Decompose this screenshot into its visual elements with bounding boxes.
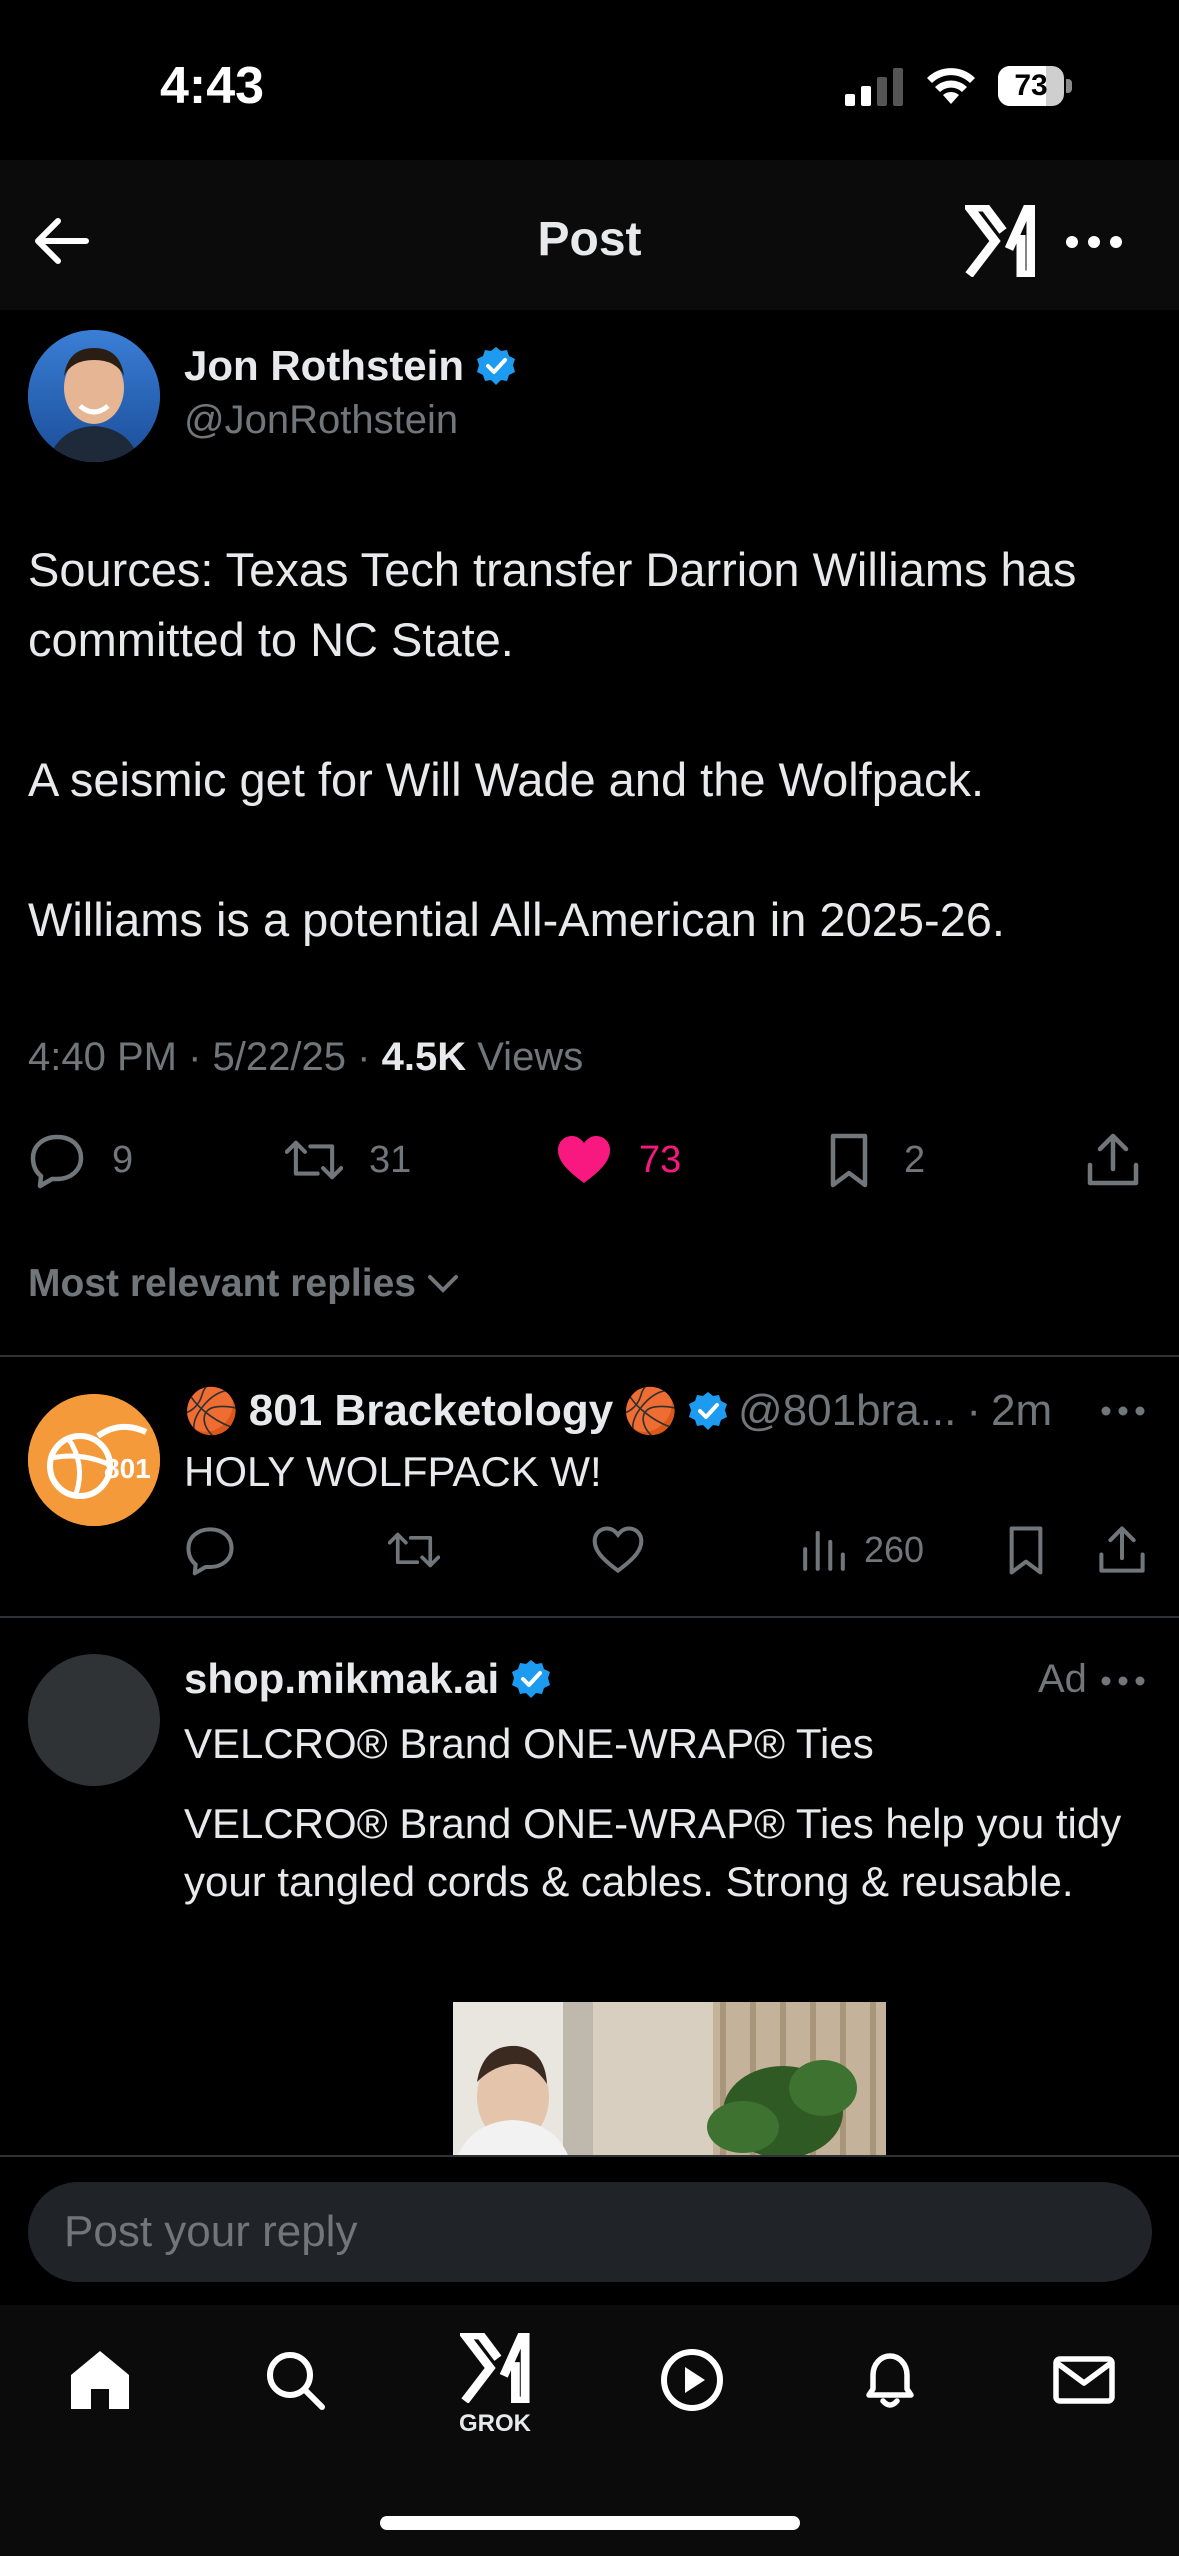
reply-time: 2m <box>991 1386 1053 1435</box>
views-label: Views <box>477 1035 584 1079</box>
post-meta: 4:40 PM · 5/22/25 · 4.5K Views <box>28 1035 583 1080</box>
post-date: 5/22/25 <box>212 1035 347 1079</box>
repost-count: 31 <box>369 1138 412 1181</box>
chevron-down-icon <box>427 1275 458 1293</box>
meta-separator: · <box>188 1035 202 1079</box>
author-name[interactable]: Jon Rothstein <box>184 342 464 390</box>
tab-home[interactable] <box>60 2340 140 2420</box>
reply-more-icon[interactable] <box>1100 1404 1146 1418</box>
reply-reply-button[interactable] <box>184 1520 236 1580</box>
bookmark-icon <box>1009 1526 1043 1575</box>
reply-repost-button[interactable] <box>388 1520 440 1580</box>
tab-grok[interactable] <box>455 2328 535 2408</box>
replies-sort-label: Most relevant replies <box>28 1262 416 1305</box>
share-icon <box>1099 1526 1145 1573</box>
reply-like-button[interactable] <box>592 1520 644 1580</box>
tab-messages[interactable] <box>1044 2340 1124 2420</box>
more-options-icon[interactable] <box>1064 232 1124 252</box>
reply-icon <box>30 1134 84 1189</box>
post-paragraph: Williams is a potential All-American in … <box>28 893 1005 946</box>
verified-badge-icon <box>512 1660 551 1698</box>
basketball-emoji: 🏀 <box>184 1387 239 1436</box>
divider <box>0 1616 1179 1618</box>
ad-avatar[interactable] <box>28 1654 160 1786</box>
ad-more-icon[interactable] <box>1100 1674 1146 1688</box>
tab-grok-label: GROK <box>459 2410 531 2437</box>
meta-separator: · <box>357 1035 371 1079</box>
heart-outline-icon <box>592 1526 644 1574</box>
reply-author-avatar[interactable]: 801 <box>28 1394 160 1526</box>
repost-icon <box>388 1532 440 1568</box>
ad-advertiser-name[interactable]: shop.mikmak.ai <box>184 1655 499 1703</box>
play-circle-icon <box>661 2349 723 2411</box>
bookmark-button[interactable]: 2 <box>820 1130 925 1190</box>
reply-bookmark-button[interactable] <box>1000 1520 1052 1580</box>
wifi-icon <box>927 68 975 104</box>
author-handle[interactable]: @JonRothstein <box>184 398 458 443</box>
reply-views-button[interactable]: 260 <box>798 1520 924 1580</box>
ad-description: VELCRO® Brand ONE-WRAP® Ties help you ti… <box>184 1800 1122 1905</box>
status-time: 4:43 <box>160 57 265 115</box>
avatar-text: 801 <box>104 1453 151 1484</box>
repost-button[interactable]: 31 <box>285 1130 411 1190</box>
views-count[interactable]: 4.5K <box>382 1035 467 1079</box>
author-avatar[interactable] <box>28 330 160 462</box>
post-time: 4:40 PM <box>28 1035 177 1079</box>
time-separator: · <box>966 1386 982 1435</box>
like-count: 73 <box>639 1138 682 1181</box>
bell-icon <box>866 2353 914 2408</box>
battery-icon: 73 <box>998 66 1074 106</box>
tab-search[interactable] <box>255 2340 335 2420</box>
reply-share-button[interactable] <box>1096 1520 1148 1580</box>
analytics-icon <box>803 1530 845 1571</box>
reply-count: 9 <box>112 1138 134 1181</box>
reply-author-name[interactable]: 801 Bracketology <box>249 1386 613 1436</box>
reply-header: 🏀 801 Bracketology 🏀 @801bra... · 2m <box>184 1385 1052 1437</box>
ad-video[interactable] <box>453 2002 886 2155</box>
divider <box>0 1355 1179 1357</box>
mail-icon <box>1053 2356 1115 2404</box>
home-icon <box>71 2351 129 2409</box>
post-text: Sources: Texas Tech transfer Darrion Wil… <box>28 535 1158 955</box>
replies-sort-dropdown[interactable]: Most relevant replies <box>28 1262 460 1306</box>
search-icon <box>267 2352 325 2410</box>
ad-label: Ad <box>1038 1657 1087 1701</box>
share-icon <box>1087 1133 1139 1186</box>
repost-icon <box>285 1140 343 1180</box>
reply-input[interactable] <box>28 2182 1152 2282</box>
grok-icon <box>460 2333 530 2403</box>
like-button[interactable]: 73 <box>555 1130 681 1190</box>
post-paragraph: Sources: Texas Tech transfer Darrion Wil… <box>28 543 1077 666</box>
verified-badge-icon <box>689 1392 727 1430</box>
reply-views-count: 260 <box>864 1529 925 1570</box>
post-paragraph: A seismic get for Will Wade and the Wolf… <box>28 753 985 806</box>
tab-notifications[interactable] <box>850 2340 930 2420</box>
ad-name-row: shop.mikmak.ai <box>184 1655 551 1703</box>
cellular-signal-icon <box>845 68 903 106</box>
verified-badge-icon <box>477 347 515 385</box>
reply-author-handle[interactable]: @801bra... <box>738 1386 956 1436</box>
home-indicator <box>380 2516 800 2530</box>
heart-filled-icon <box>558 1136 610 1183</box>
basketball-emoji: 🏀 <box>623 1387 678 1436</box>
reply-text: HOLY WOLFPACK W! <box>184 1448 602 1495</box>
grok-icon[interactable] <box>965 205 1035 277</box>
reply-button[interactable]: 9 <box>28 1130 133 1190</box>
author-name-row: Jon Rothstein <box>184 342 516 390</box>
ad-title: VELCRO® Brand ONE-WRAP® Ties <box>184 1720 874 1767</box>
bookmark-icon <box>830 1133 868 1188</box>
tab-video[interactable] <box>652 2340 732 2420</box>
bookmark-count: 2 <box>904 1138 926 1181</box>
share-button[interactable] <box>1084 1130 1142 1190</box>
reply-icon <box>186 1527 234 1576</box>
battery-level: 73 <box>1014 69 1048 102</box>
